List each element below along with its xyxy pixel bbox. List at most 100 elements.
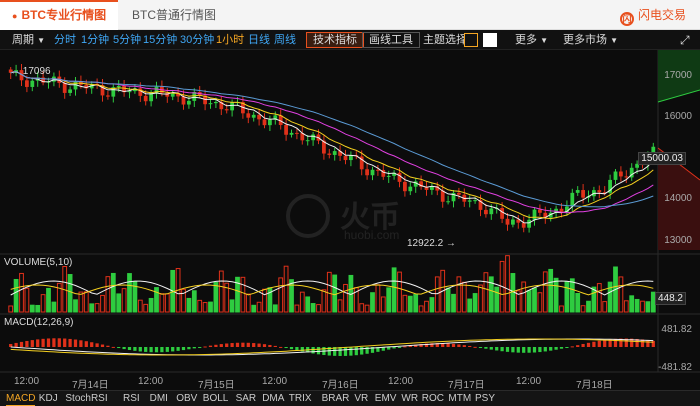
indicator-tab-macd[interactable]: MACD: [6, 391, 36, 406]
tech-indicators-button[interactable]: 技术指标: [306, 32, 364, 48]
price-tick-14000: 14000: [664, 193, 692, 204]
volume-bar: [110, 272, 116, 313]
candle-body: [262, 119, 267, 126]
candle-body: [230, 102, 234, 111]
period-dropdown[interactable]: 周期 ▼: [12, 30, 45, 50]
period-15m[interactable]: 15分钟: [143, 30, 177, 50]
ma30-line: [10, 70, 654, 208]
indicator-tab-obv[interactable]: OBV: [176, 391, 197, 406]
macd-bar: [252, 343, 256, 347]
volume-bar: [548, 268, 554, 313]
volume-bar: [121, 288, 127, 313]
candle-body: [511, 219, 515, 225]
period-1m[interactable]: 1分钟: [81, 30, 109, 50]
period-timeline[interactable]: 分时: [54, 30, 76, 50]
macd-bar: [138, 347, 142, 352]
period-week[interactable]: 周线: [274, 30, 296, 50]
candle-body: [386, 175, 391, 177]
period-30m[interactable]: 30分钟: [180, 30, 214, 50]
volume-bar: [164, 293, 170, 313]
macd-bar: [495, 347, 499, 351]
volume-bar: [559, 305, 564, 313]
indicator-tab-rsi[interactable]: RSI: [123, 391, 140, 406]
macd-bar: [586, 342, 591, 347]
drawing-tools-button[interactable]: 画线工具: [362, 32, 420, 48]
indicator-tab-mtm[interactable]: MTM: [448, 391, 471, 406]
volume-bar: [640, 300, 645, 313]
more-markets-dropdown[interactable]: 更多市场 ▼: [563, 30, 618, 50]
theme-label: 主题选择: [423, 34, 467, 46]
macd-bar: [214, 344, 218, 347]
period-5m[interactable]: 5分钟: [113, 30, 141, 50]
macd-bar: [478, 347, 483, 348]
indicator-tab-roc[interactable]: ROC: [422, 391, 444, 406]
caret-down-icon: ▼: [37, 36, 45, 45]
macd-bar: [241, 342, 245, 347]
volume-bar: [29, 304, 35, 313]
volume-bar: [73, 299, 78, 313]
period-day[interactable]: 日线: [248, 30, 270, 50]
indicator-tab-sar[interactable]: SAR: [236, 391, 257, 406]
macd-bar: [284, 347, 288, 349]
tab-pro-chart[interactable]: ● BTC专业行情图: [0, 0, 119, 30]
huobi-logo-icon: [286, 194, 330, 238]
volume-bar: [418, 305, 424, 313]
indicator-tab-wr[interactable]: WR: [401, 391, 418, 406]
macd-bar: [300, 347, 304, 352]
macd-bar: [192, 347, 196, 349]
indicator-tab-emv[interactable]: EMV: [375, 391, 397, 406]
volume-bar: [375, 284, 381, 313]
indicator-tab-brar[interactable]: BRAR: [322, 391, 350, 406]
tab-basic-chart[interactable]: BTC普通行情图: [120, 0, 228, 30]
high-price-label: ← 17096: [10, 66, 51, 77]
macd-bar: [489, 347, 493, 350]
volume-title: VOLUME(5,10): [4, 257, 73, 268]
period-1h[interactable]: 1小时: [216, 30, 244, 50]
volume-bar: [467, 298, 473, 313]
period-label: 周期: [12, 34, 34, 46]
volume-bar: [483, 272, 489, 313]
macd-bar: [468, 345, 472, 347]
volume-bar: [402, 294, 408, 313]
indicator-tab-vr[interactable]: VR: [354, 391, 368, 406]
indicator-tab-stochrsi[interactable]: StochRSI: [65, 391, 107, 406]
candle-body: [446, 201, 450, 203]
theme-dark-swatch[interactable]: [464, 33, 478, 47]
candle-body: [467, 200, 472, 202]
more-dropdown[interactable]: 更多 ▼: [515, 30, 548, 50]
brand-link[interactable]: 闪闪电交易: [619, 0, 686, 30]
macd-bar: [511, 347, 515, 353]
indicator-tab-trix[interactable]: TRIX: [289, 391, 312, 406]
indicator-tab-boll[interactable]: BOLL: [203, 391, 229, 406]
macd-tick-top: 481.82: [661, 324, 692, 335]
candle-body: [505, 218, 510, 225]
volume-bar: [191, 290, 197, 313]
volume-bar: [429, 297, 435, 313]
macd-bar: [538, 347, 542, 353]
volume-bar: [337, 299, 343, 313]
volume-bar: [445, 287, 451, 313]
macd-bar: [25, 340, 29, 347]
indicator-tab-dma[interactable]: DMA: [262, 391, 284, 406]
volume-bar: [148, 297, 154, 313]
indicator-tab-dmi[interactable]: DMI: [150, 391, 168, 406]
macd-bar: [127, 347, 132, 351]
macd-tick-bottom: -481.82: [658, 362, 692, 373]
chart-area[interactable]: 火币 huobi.com 17000 16000 14000 13000 150…: [0, 50, 700, 391]
indicator-tab-psy[interactable]: PSY: [475, 391, 495, 406]
macd-bar: [484, 347, 488, 349]
macd-bar: [219, 344, 223, 347]
fullscreen-icon[interactable]: ⤢: [680, 30, 690, 50]
macd-bar: [41, 338, 45, 347]
tab-dot-icon: ●: [12, 11, 18, 21]
candle-body: [370, 169, 375, 176]
volume-bar: [575, 292, 581, 313]
macd-bar: [30, 340, 34, 347]
theme-light-swatch[interactable]: [483, 33, 497, 47]
indicator-tab-kdj[interactable]: KDJ: [39, 391, 58, 406]
macd-bar: [68, 338, 72, 347]
candle-body: [187, 100, 191, 105]
candle-body: [343, 155, 348, 161]
volume-bar: [35, 304, 41, 313]
volume-bar: [83, 291, 89, 313]
